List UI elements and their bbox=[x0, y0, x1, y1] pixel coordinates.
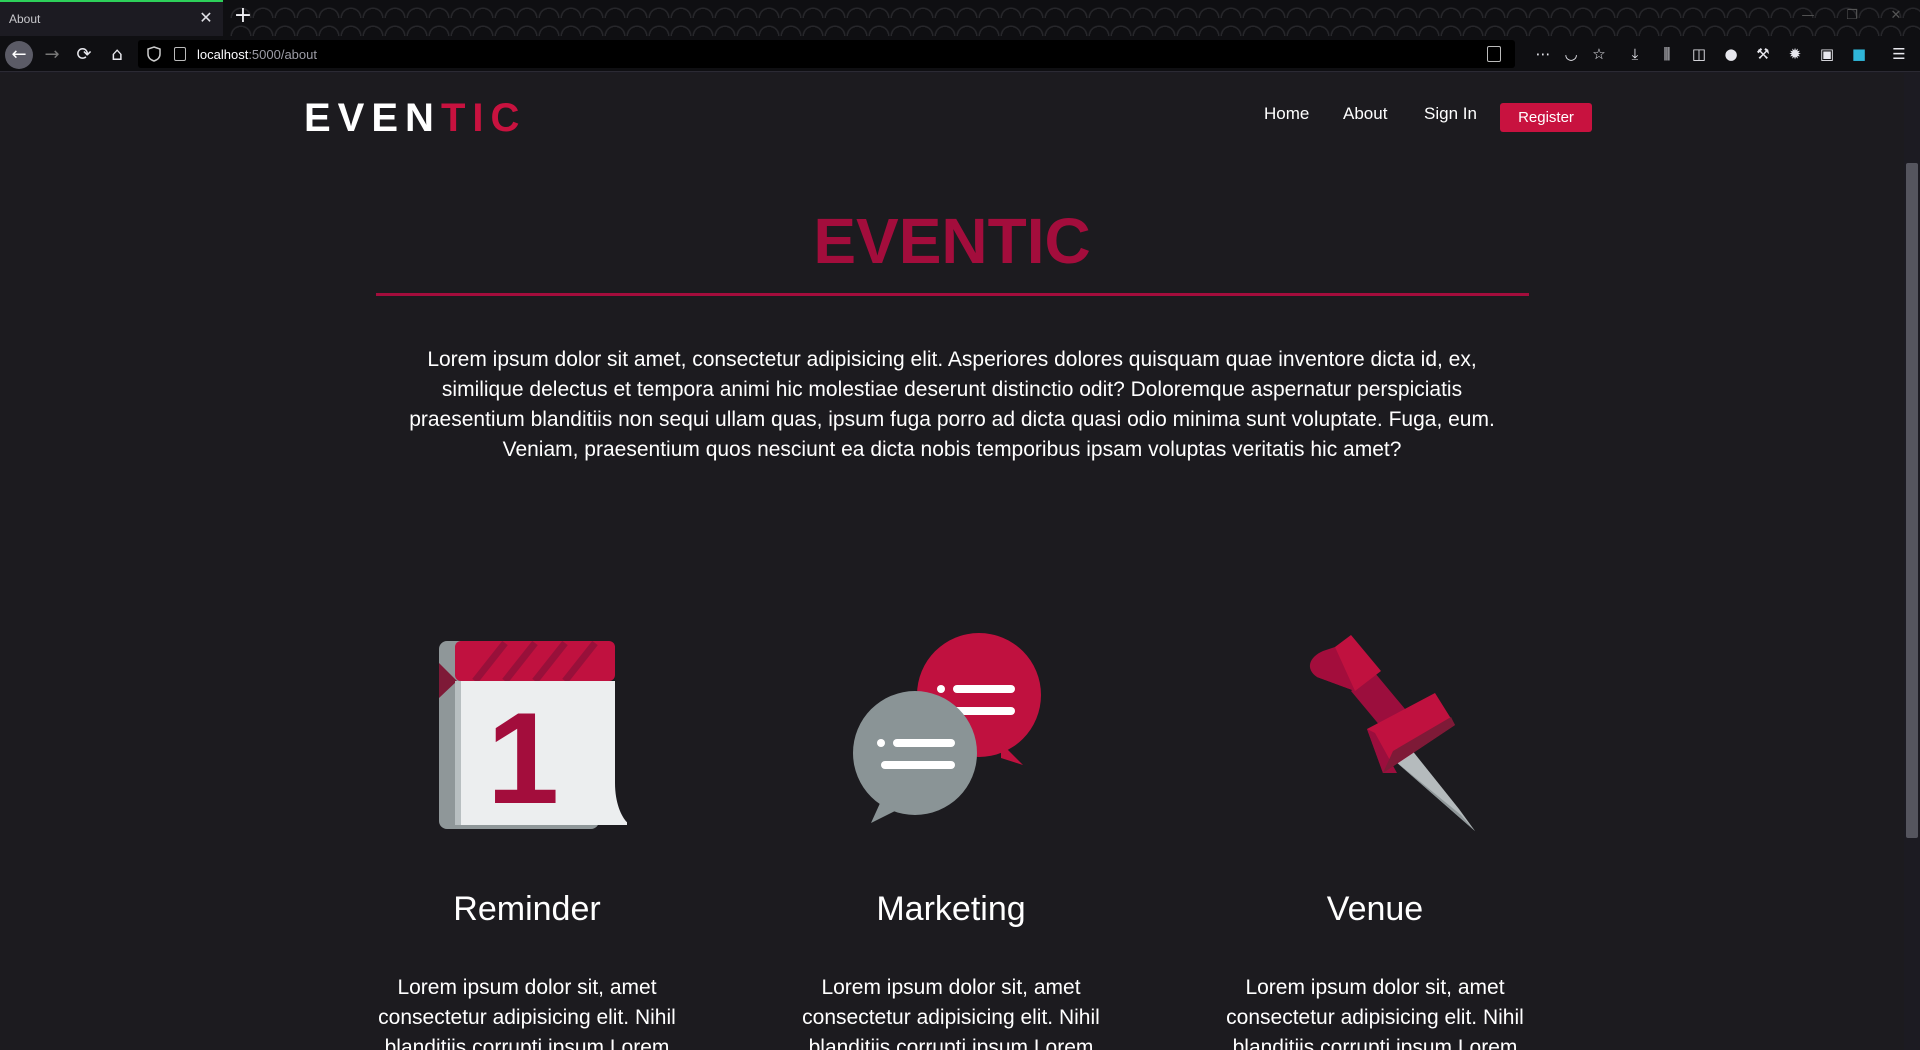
calendar-day: 1 bbox=[487, 685, 559, 831]
page-info-icon[interactable] bbox=[174, 47, 186, 61]
reader-view-icon[interactable] bbox=[1487, 46, 1501, 62]
feature-title-reminder: Reminder bbox=[453, 890, 601, 928]
reload-icon[interactable]: ⟳ bbox=[70, 41, 98, 69]
hero-description: Lorem ipsum dolor sit amet, consectetur … bbox=[409, 348, 1495, 461]
nav-home-link[interactable]: Home bbox=[1264, 104, 1309, 124]
scrollbar-thumb[interactable] bbox=[1906, 163, 1918, 838]
feature-text-venue: Lorem ipsum dolor sit, amet consectetur … bbox=[1226, 976, 1524, 1050]
push-pin-icon bbox=[1165, 633, 1585, 863]
browser-tab-about[interactable]: About ✕ bbox=[0, 0, 223, 36]
more-actions-icon[interactable]: ⋯ bbox=[1532, 43, 1554, 65]
url-text[interactable]: localhost:5000/about bbox=[197, 47, 317, 62]
back-icon[interactable]: ← bbox=[5, 41, 33, 69]
feature-text-reminder: Lorem ipsum dolor sit, amet consectetur … bbox=[378, 976, 676, 1050]
wrench-icon[interactable]: ⚒ bbox=[1752, 43, 1774, 65]
register-button[interactable]: Register bbox=[1500, 103, 1592, 132]
chat-bubbles-icon bbox=[741, 633, 1161, 863]
menu-icon[interactable]: ☰ bbox=[1888, 43, 1910, 65]
library-icon[interactable]: ⫼ bbox=[1656, 43, 1678, 65]
save-icon[interactable]: ■ bbox=[1848, 43, 1870, 65]
close-window-icon[interactable]: ✕ bbox=[1886, 8, 1906, 24]
downloads-icon[interactable]: ⤓ bbox=[1624, 43, 1646, 65]
url-path: :5000/about bbox=[248, 47, 317, 62]
logo-part-1: EVEN bbox=[304, 96, 441, 140]
pocket-icon[interactable]: ◡ bbox=[1560, 43, 1582, 65]
forward-icon[interactable]: → bbox=[38, 41, 66, 69]
bookmark-star-icon[interactable]: ☆ bbox=[1588, 43, 1610, 65]
screenshot-icon[interactable]: ▣ bbox=[1816, 43, 1838, 65]
feature-text-marketing: Lorem ipsum dolor sit, amet consectetur … bbox=[802, 976, 1100, 1050]
account-icon[interactable]: ● bbox=[1720, 43, 1742, 65]
extension-gear-icon[interactable]: ✹ bbox=[1784, 43, 1806, 65]
page-content: EVENTIC Home About Sign In Register EVEN… bbox=[0, 73, 1904, 1050]
home-icon[interactable]: ⌂ bbox=[103, 41, 131, 69]
browser-tab-bar: About ✕ + — ❐ ✕ bbox=[0, 0, 1920, 36]
tracking-shield-icon[interactable] bbox=[147, 46, 161, 62]
new-tab-icon[interactable]: + bbox=[231, 5, 255, 29]
sidebar-icon[interactable]: ◫ bbox=[1688, 43, 1710, 65]
browser-toolbar: ← → ⟳ ⌂ localhost:5000/about ⋯ ◡ ☆ ⤓ ⫼ ◫… bbox=[0, 36, 1920, 72]
calendar-icon: 1 bbox=[317, 633, 737, 863]
url-bar[interactable]: localhost:5000/about bbox=[138, 40, 1515, 68]
tab-bar-pattern bbox=[230, 0, 1920, 36]
url-host: localhost bbox=[197, 47, 249, 62]
feature-title-marketing: Marketing bbox=[876, 890, 1026, 928]
logo-part-2: TIC bbox=[440, 96, 527, 140]
site-logo[interactable]: EVENTIC bbox=[304, 96, 526, 141]
close-tab-icon[interactable]: ✕ bbox=[197, 9, 215, 27]
tab-title: About bbox=[9, 12, 41, 26]
restore-window-icon[interactable]: ❐ bbox=[1842, 8, 1862, 24]
feature-title-venue: Venue bbox=[1326, 890, 1424, 928]
hero-title: EVENTIC bbox=[813, 205, 1091, 277]
page-scrollbar[interactable] bbox=[1904, 73, 1920, 1050]
hero-divider bbox=[376, 293, 1529, 296]
minimize-window-icon[interactable]: — bbox=[1798, 8, 1818, 24]
nav-sign-in-link[interactable]: Sign In bbox=[1424, 104, 1477, 124]
nav-about-link[interactable]: About bbox=[1343, 104, 1387, 124]
